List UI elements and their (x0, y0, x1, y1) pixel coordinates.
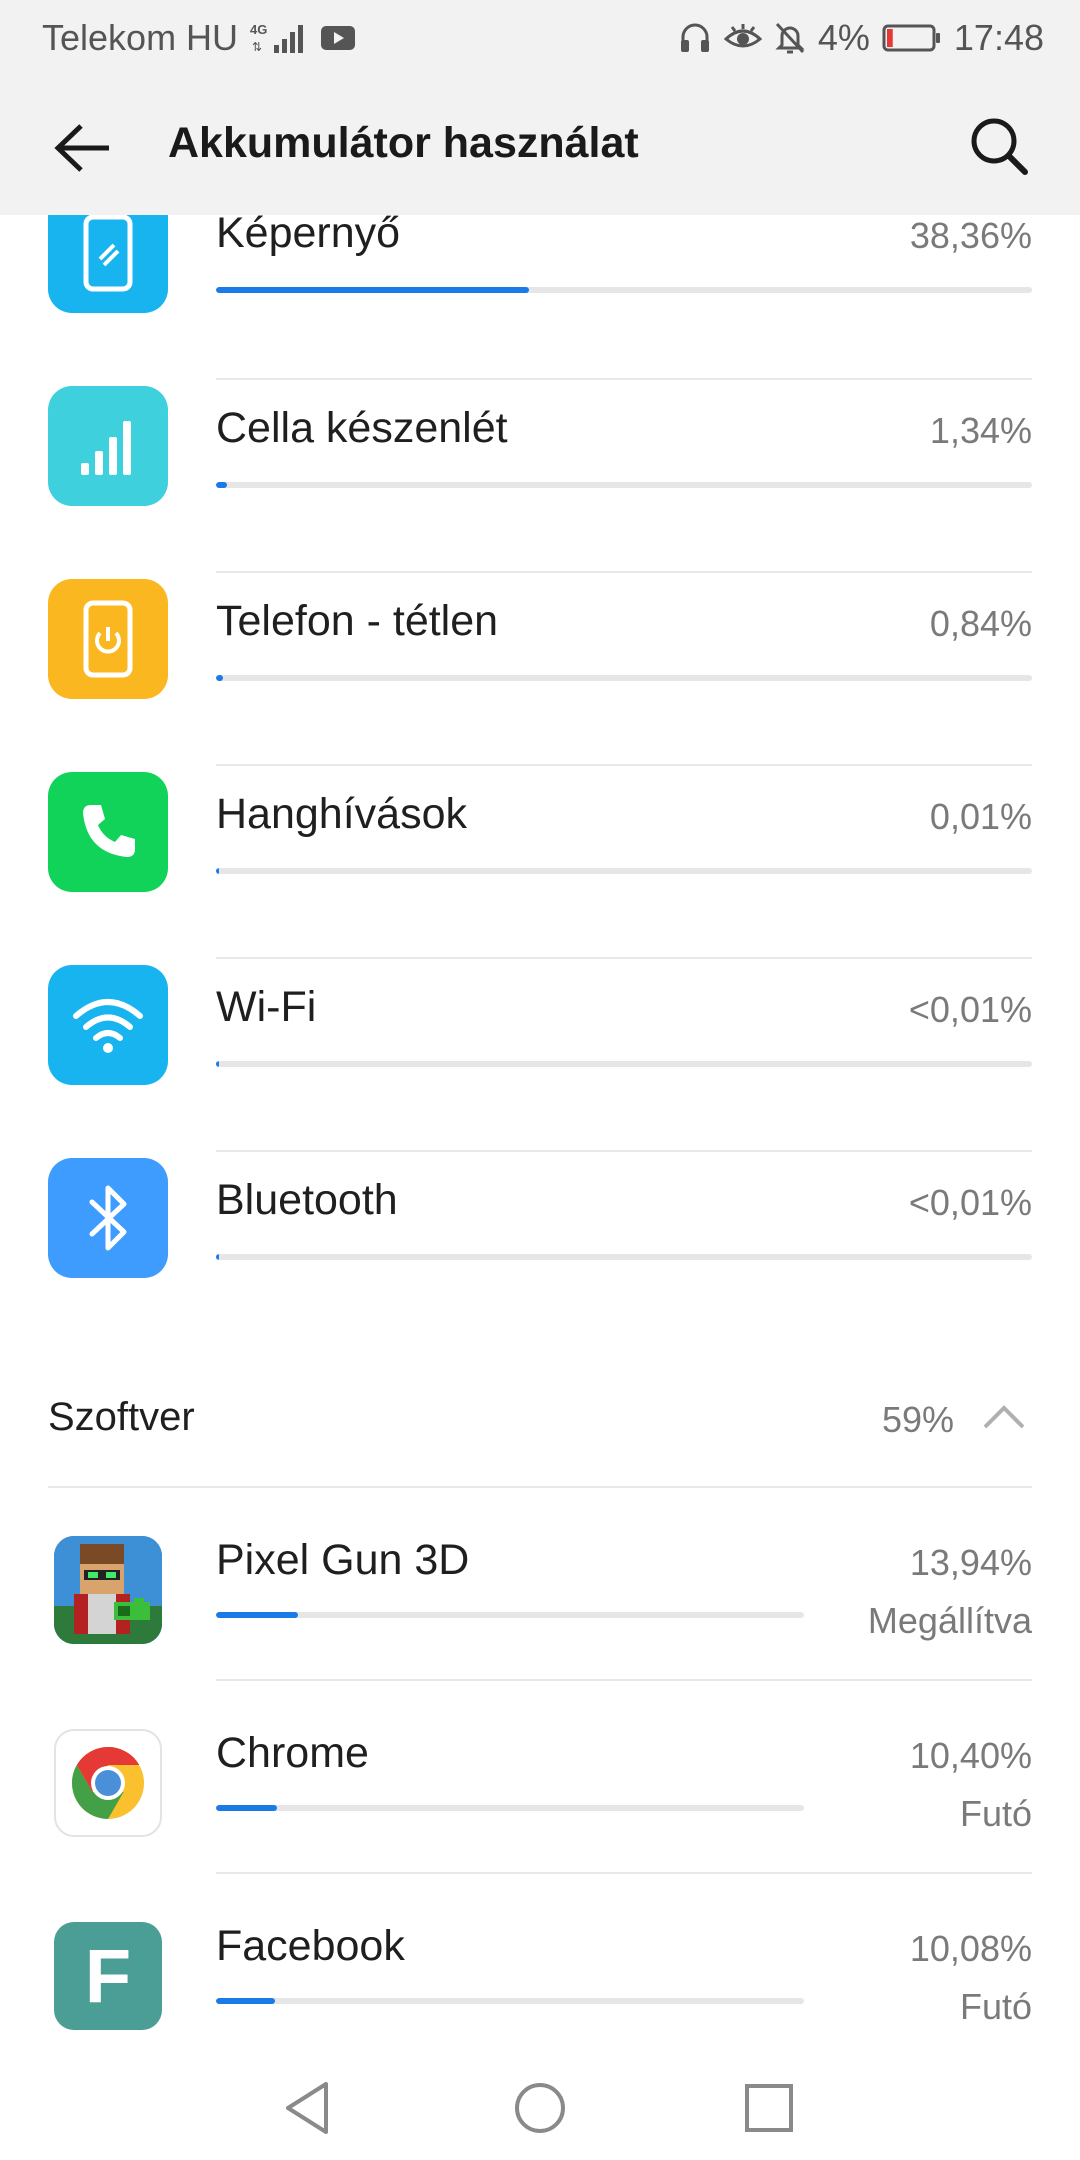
divider (48, 1486, 1032, 1488)
wifi-icon (48, 965, 168, 1085)
hardware-row-wifi[interactable]: Wi-Fi <0,01% (0, 965, 1080, 1158)
hardware-label: Wi-Fi (216, 983, 317, 1031)
back-button[interactable] (48, 113, 118, 183)
divider (216, 1679, 1032, 1681)
nav-back-icon (286, 2082, 328, 2134)
usage-bar-fill (216, 1805, 278, 1811)
usage-bar-fill (216, 868, 219, 874)
usage-bar-fill (216, 1612, 298, 1618)
phone-idle-icon (48, 579, 168, 699)
hardware-row-screen[interactable]: Képernyő 38,36% (0, 215, 1080, 386)
carrier-name: Telekom HU (42, 16, 239, 58)
hardware-row-cell-standby[interactable]: Cella készenlét 1,34% (0, 386, 1080, 579)
battery-usage-screen: Telekom HU 4G ⇅ 4% 17:48 Akkumulátor has… (0, 0, 1080, 2160)
usage-bar-fill (216, 1998, 276, 2004)
usage-bar (216, 1805, 804, 1811)
cell-signal-icon (48, 386, 168, 506)
nav-home-icon (515, 2083, 565, 2133)
app-percent: 10,08% (909, 1928, 1032, 1969)
hardware-percent: 0,01% (929, 796, 1032, 837)
collapse-section-button[interactable] (976, 1389, 1032, 1445)
hardware-percent: 38,36% (909, 215, 1032, 256)
hardware-percent: 0,84% (929, 603, 1032, 644)
hardware-percent: 1,34% (929, 410, 1032, 451)
usage-bar-fill (216, 1061, 219, 1067)
usage-bar-fill (216, 1254, 219, 1260)
facebook-letter: F (84, 1933, 132, 2019)
usage-bar (216, 1998, 804, 2004)
section-title: Szoftver (48, 1395, 195, 1439)
divider (216, 764, 1032, 766)
nav-back-button[interactable] (272, 2073, 342, 2143)
nav-recents-button[interactable] (734, 2073, 804, 2143)
usage-bar (216, 1612, 804, 1618)
app-label: Facebook (216, 1922, 405, 1970)
app-percent: 13,94% (909, 1542, 1032, 1583)
app-status: Futó (959, 1793, 1032, 1834)
hardware-label: Bluetooth (216, 1176, 398, 1224)
chevron-up-icon (983, 1405, 1025, 1429)
app-percent: 10,40% (909, 1735, 1032, 1776)
network-signal-icon: 4G ⇅ (250, 21, 308, 55)
usage-bar-fill (216, 675, 223, 681)
app-row-facebook[interactable]: F Facebook 10,08% Futó (0, 1916, 1080, 2045)
usage-bar (216, 287, 1032, 293)
hardware-percent: <0,01% (908, 1182, 1032, 1223)
nav-recents-icon (745, 2084, 793, 2132)
divider (216, 378, 1032, 380)
hardware-percent: <0,01% (908, 989, 1032, 1030)
usage-bar-fill (216, 482, 227, 488)
usage-bar (216, 675, 1032, 681)
search-button[interactable] (964, 111, 1034, 181)
divider (216, 1872, 1032, 1874)
app-bar: Akkumulátor használat (0, 75, 1080, 215)
navigation-bar (0, 2045, 1080, 2160)
svg-text:4G: 4G (250, 22, 267, 37)
battery-percent: 4% (817, 16, 870, 58)
nav-home-button[interactable] (505, 2073, 575, 2143)
divider (216, 957, 1032, 959)
hardware-label: Cella készenlét (216, 404, 508, 452)
clock: 17:48 (953, 16, 1044, 58)
app-label: Chrome (216, 1729, 369, 1777)
divider (216, 571, 1032, 573)
hardware-row-voice-calls[interactable]: Hanghívások 0,01% (0, 772, 1080, 965)
status-bar: Telekom HU 4G ⇅ 4% 17:48 (0, 0, 1080, 75)
eye-comfort-icon (723, 23, 762, 53)
bluetooth-icon (48, 1158, 168, 1278)
battery-icon (882, 23, 942, 53)
hardware-row-phone-idle[interactable]: Telefon - tétlen 0,84% (0, 579, 1080, 772)
chrome-icon (54, 1729, 162, 1837)
app-label: Pixel Gun 3D (216, 1536, 470, 1584)
app-row-chrome[interactable]: Chrome 10,40% Futó (0, 1723, 1080, 1906)
usage-bar (216, 868, 1032, 874)
section-percent: 59% (881, 1399, 954, 1440)
arrow-left-icon (54, 124, 109, 172)
divider (216, 1150, 1032, 1152)
battery-usage-list[interactable]: Képernyő 38,36% Cella készenlét 1,34% Te… (0, 215, 1080, 2045)
phone-call-icon (48, 772, 168, 892)
headset-icon (678, 21, 712, 55)
pixel-gun-3d-icon (54, 1536, 162, 1644)
usage-bar (216, 1254, 1032, 1260)
phone-screen-icon (48, 215, 168, 313)
notifications-muted-icon (774, 21, 806, 55)
hardware-label: Telefon - tétlen (216, 597, 499, 645)
usage-bar (216, 1061, 1032, 1067)
hardware-label: Képernyő (216, 215, 401, 257)
svg-text:⇅: ⇅ (252, 40, 262, 54)
hardware-row-bluetooth[interactable]: Bluetooth <0,01% (0, 1158, 1080, 1351)
usage-bar (216, 482, 1032, 488)
youtube-notification-icon (320, 24, 356, 52)
usage-bar-fill (216, 287, 530, 293)
hardware-label: Hanghívások (216, 790, 467, 838)
search-icon (971, 118, 1028, 175)
app-status: Futó (959, 1986, 1032, 2027)
app-status: Megállítva (867, 1600, 1032, 1641)
facebook-lite-icon: F (54, 1922, 162, 2030)
app-row-pixel-gun-3d[interactable]: Pixel Gun 3D 13,94% Megállítva (0, 1530, 1080, 1713)
page-title: Akkumulátor használat (168, 119, 639, 167)
